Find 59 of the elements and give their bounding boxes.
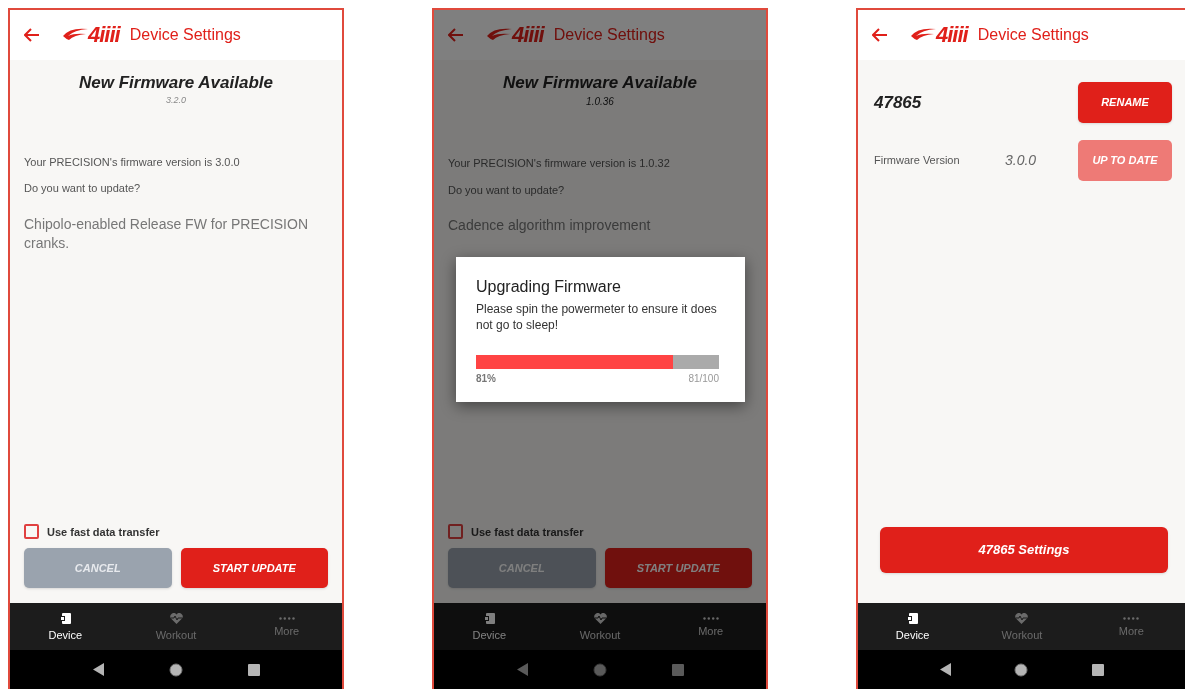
start-update-button[interactable]: START UPDATE [604, 548, 752, 588]
back-triangle-icon[interactable] [939, 663, 951, 676]
screen-heading: New Firmware Available [502, 72, 698, 94]
nav-tab[interactable]: Device [434, 603, 545, 650]
logo-text: 4iiii [512, 24, 544, 46]
progress-count: 81/100 [688, 372, 719, 386]
more-dots-icon [1123, 616, 1140, 620]
dialog-message: Please spin the powermeter to ensure it does not go to sleep! [476, 301, 718, 333]
checkbox[interactable] [24, 524, 39, 540]
logo-text: 4iiii [936, 24, 968, 46]
device-icon [59, 612, 71, 624]
back-arrow-icon[interactable] [448, 28, 464, 42]
update-question-text: Do you want to update? [24, 181, 142, 197]
current-version-text: Your PRECISION's firmware version is 3.0.0 [24, 154, 241, 170]
firmware-label: Firmware Version [874, 153, 961, 169]
back-arrow-icon[interactable] [872, 28, 888, 42]
checkbox[interactable] [448, 524, 463, 540]
home-circle-icon[interactable] [1014, 662, 1029, 677]
heart-pulse-icon [1015, 612, 1029, 624]
heart-pulse-icon [593, 612, 607, 624]
checkbox-label: Use fast data transfer [47, 524, 160, 540]
recents-square-icon[interactable] [1092, 663, 1105, 676]
release-notes-text: Cadence algorithm improvement [448, 216, 652, 236]
logo-text: 4iiii [88, 24, 120, 46]
device-icon [907, 612, 919, 624]
more-dots-icon [702, 616, 719, 620]
nav-tab[interactable]: More [1076, 603, 1185, 650]
header-title: Device Settings [553, 25, 665, 45]
nav-tab[interactable]: Workout [544, 603, 656, 650]
back-arrow-icon[interactable] [24, 28, 40, 42]
new-version-text: 1.0.36 [585, 95, 615, 110]
heart-pulse-icon [169, 612, 183, 624]
release-notes-text: Chipolo-enabled Release FW for PRECISION cranks. [24, 214, 309, 253]
device-icon [483, 612, 495, 624]
start-update-button[interactable]: START UPDATE [180, 548, 328, 588]
nav-tab[interactable]: More [655, 603, 766, 650]
nav-tab[interactable]: Device [10, 603, 121, 650]
new-version-text: 3.2.0 [165, 94, 187, 108]
nav-tab[interactable]: Workout [120, 603, 232, 650]
firmware-version: 3.0.0 [1005, 151, 1037, 170]
back-triangle-icon[interactable] [92, 663, 104, 676]
screen-heading: New Firmware Available [78, 72, 274, 94]
header-title: Device Settings [129, 25, 241, 45]
cancel-button[interactable]: CANCEL [24, 548, 172, 588]
recents-square-icon[interactable] [247, 663, 260, 676]
checkbox-label: Use fast data transfer [471, 524, 584, 540]
nav-tab[interactable]: Workout [967, 603, 1077, 650]
update-question-text: Do you want to update? [448, 182, 566, 198]
more-dots-icon [278, 616, 295, 620]
current-version-text: Your PRECISION's firmware version is 1.0.32 [448, 156, 671, 172]
dialog-title: Upgrading Firmware [476, 277, 622, 297]
device-name: 47865 [874, 91, 922, 114]
header-title: Device Settings [977, 25, 1089, 45]
progress-percent: 81% [476, 372, 496, 386]
home-circle-icon[interactable] [168, 662, 183, 677]
rename-button[interactable]: RENAME [1078, 82, 1172, 123]
device-settings-button[interactable]: 47865 Settings [880, 527, 1168, 573]
nav-tab[interactable]: More [231, 603, 342, 650]
nav-tab[interactable]: Device [858, 603, 968, 650]
